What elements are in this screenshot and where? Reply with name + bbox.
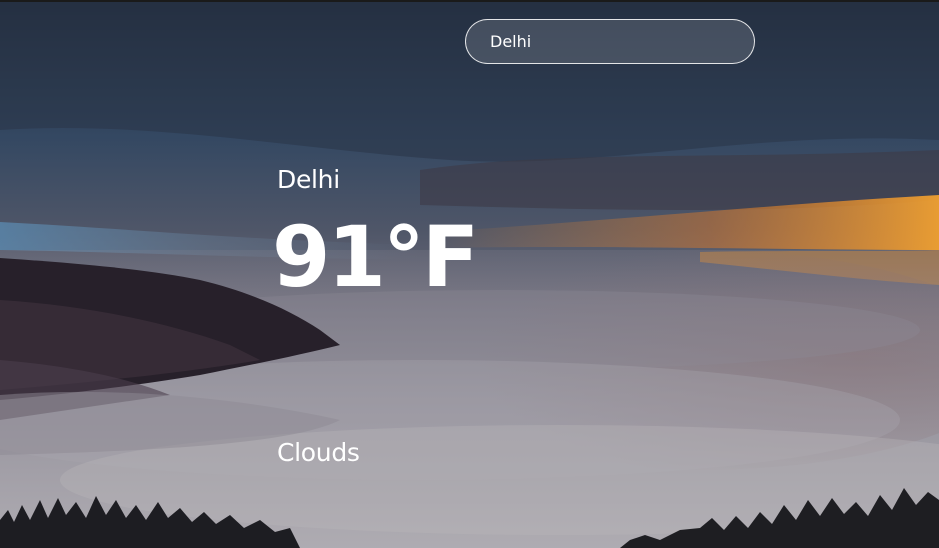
city-name: Delhi: [277, 165, 340, 194]
city-search-input[interactable]: [490, 32, 730, 51]
weather-condition: Clouds: [277, 438, 360, 467]
city-search-box[interactable]: [465, 19, 755, 64]
app-root: Delhi 91°F Clouds: [0, 0, 939, 548]
window-top-border: [0, 0, 939, 2]
temperature-value: 91°F: [272, 208, 479, 306]
